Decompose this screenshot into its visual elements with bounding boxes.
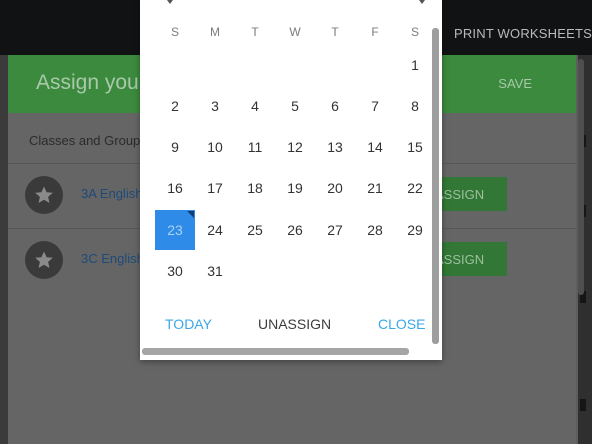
calendar-day[interactable]: 12 bbox=[275, 127, 315, 167]
calendar-day[interactable]: 29 bbox=[395, 210, 435, 250]
calendar-day[interactable]: 4 bbox=[235, 86, 275, 126]
calendar-day[interactable]: 1 bbox=[395, 45, 435, 85]
weekday-label: F bbox=[371, 25, 379, 39]
calendar-day[interactable]: 18 bbox=[235, 168, 275, 208]
calendar-day[interactable]: 5 bbox=[275, 86, 315, 126]
calendar-day[interactable]: 20 bbox=[315, 168, 355, 208]
calendar-day[interactable]: 10 bbox=[195, 127, 235, 167]
weekday-label: S bbox=[170, 25, 179, 39]
calendar-day[interactable]: 17 bbox=[195, 168, 235, 208]
class-avatar bbox=[25, 241, 63, 279]
class-name[interactable]: 3C English bbox=[81, 251, 144, 266]
date-picker: SMTWTFS 1 2 3 4 5 6 7 8 9 10 11 12 13 14 15 16 17 18 19 20 2… bbox=[140, 0, 442, 360]
unassign-button[interactable]: UNASSIGN bbox=[258, 316, 331, 332]
calendar-day[interactable]: 22 bbox=[395, 168, 435, 208]
calendar-day[interactable]: 9 bbox=[155, 127, 195, 167]
calendar-day[interactable]: 8 bbox=[395, 86, 435, 126]
calendar-day[interactable]: 7 bbox=[355, 86, 395, 126]
calendar-day[interactable]: 3 bbox=[195, 86, 235, 126]
calendar-day[interactable]: 6 bbox=[315, 86, 355, 126]
next-month-icon[interactable] bbox=[419, 0, 425, 4]
weekday-label: W bbox=[289, 25, 301, 39]
calendar-day[interactable]: 19 bbox=[275, 168, 315, 208]
calendar-day[interactable]: 26 bbox=[275, 210, 315, 250]
section-label: Classes and Groups bbox=[29, 133, 147, 148]
print-worksheets-link[interactable]: PRINT WORKSHEETS bbox=[454, 26, 592, 41]
calendar-day[interactable]: 27 bbox=[315, 210, 355, 250]
weekday-label: M bbox=[210, 25, 220, 39]
vertical-scrollbar[interactable] bbox=[432, 28, 439, 344]
calendar-day[interactable]: 13 bbox=[315, 127, 355, 167]
class-name[interactable]: 3A English bbox=[81, 186, 142, 201]
selected-day[interactable]: 23 bbox=[155, 210, 195, 250]
calendar-day[interactable]: 28 bbox=[355, 210, 395, 250]
horizontal-scrollbar[interactable] bbox=[142, 348, 409, 355]
prev-month-icon[interactable] bbox=[167, 0, 173, 4]
star-icon bbox=[35, 251, 53, 268]
calendar-day[interactable]: 25 bbox=[235, 210, 275, 250]
calendar-day[interactable]: 2 bbox=[155, 86, 195, 126]
page-left-edge bbox=[0, 55, 8, 444]
calendar-day[interactable]: 11 bbox=[235, 127, 275, 167]
calendar-day[interactable]: 16 bbox=[155, 168, 195, 208]
dialog-scrollbar[interactable] bbox=[576, 55, 584, 444]
scrollbar-thumb[interactable] bbox=[578, 59, 584, 295]
save-button[interactable]: SAVE bbox=[498, 76, 532, 91]
calendar-day[interactable]: 14 bbox=[355, 127, 395, 167]
calendar-day[interactable]: 24 bbox=[195, 210, 235, 250]
calendar-day[interactable]: 31 bbox=[195, 251, 235, 291]
today-button[interactable]: TODAY bbox=[165, 316, 212, 332]
weekday-label: T bbox=[251, 25, 259, 39]
weekday-label: S bbox=[410, 25, 419, 39]
weekday-label: T bbox=[331, 25, 339, 39]
close-button[interactable]: CLOSE bbox=[378, 316, 425, 332]
calendar-day[interactable]: 21 bbox=[355, 168, 395, 208]
star-icon bbox=[35, 186, 53, 203]
calendar-day[interactable]: 15 bbox=[395, 127, 435, 167]
class-avatar bbox=[25, 176, 63, 214]
calendar-day[interactable]: 30 bbox=[155, 251, 195, 291]
